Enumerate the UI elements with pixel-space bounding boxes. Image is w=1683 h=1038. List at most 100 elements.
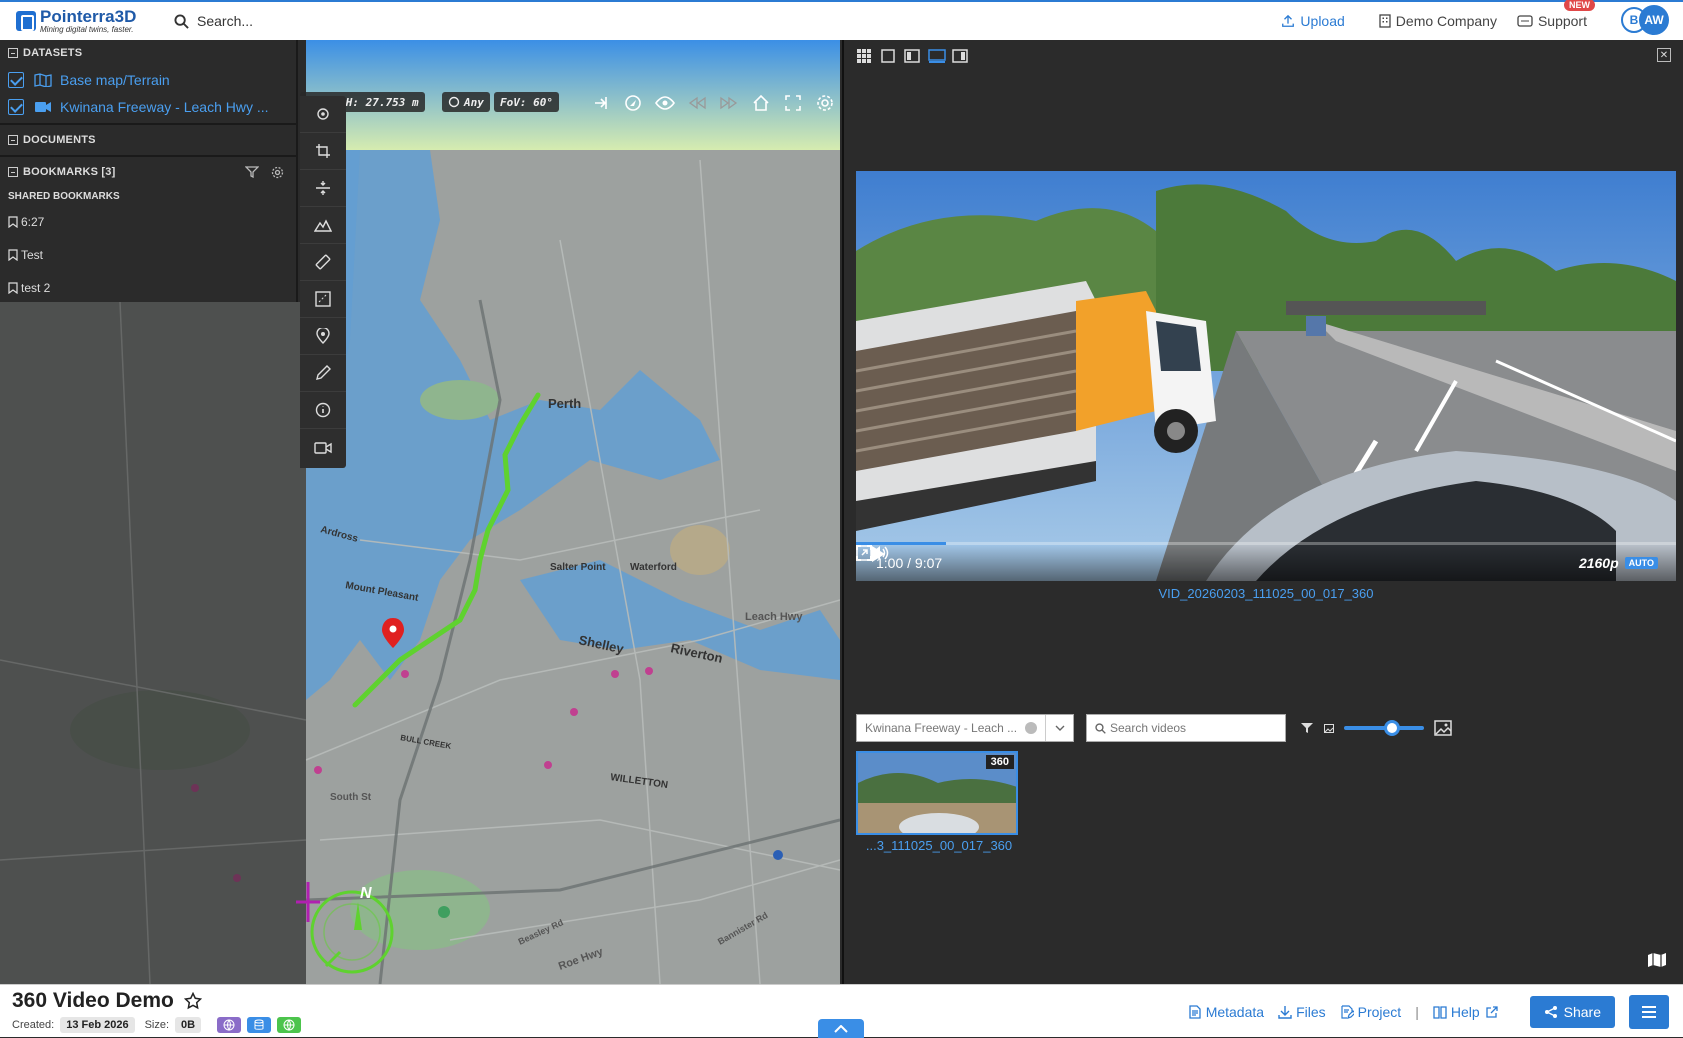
datasets-header[interactable]: DATASETS: [0, 40, 296, 66]
compass-north: N: [360, 885, 372, 902]
project-label: Project: [1357, 1004, 1402, 1020]
split-bottom-layout-icon[interactable]: [928, 48, 946, 64]
gear-icon[interactable]: [271, 166, 284, 179]
forward-icon[interactable]: [718, 92, 740, 114]
video-camera-icon[interactable]: [300, 429, 346, 466]
large-image-icon: [1434, 720, 1452, 736]
thumbnail-size-slider[interactable]: [1344, 720, 1424, 736]
hud-fov[interactable]: FoV: 60°: [494, 92, 559, 112]
documents-header[interactable]: DOCUMENTS: [0, 125, 296, 155]
crop-icon[interactable]: [300, 133, 346, 170]
small-image-icon: [1324, 723, 1334, 733]
settings-gear-icon[interactable]: [814, 92, 836, 114]
video-player[interactable]: 1:00 / 9:07 2160p AUTO: [856, 171, 1676, 581]
rotate-icon: [448, 96, 460, 108]
globe-icon[interactable]: [217, 1017, 242, 1033]
dataset-row-video[interactable]: Kwinana Freeway - Leach Hwy ...: [0, 93, 296, 120]
database-icon[interactable]: [247, 1017, 272, 1033]
metadata-link[interactable]: Metadata: [1188, 1004, 1264, 1020]
support-button[interactable]: Support: [1517, 13, 1587, 29]
collapse-icon: [8, 135, 18, 145]
video-title[interactable]: VID_20260203_111025_00_017_360: [856, 586, 1676, 601]
volume-icon[interactable]: [870, 545, 890, 561]
menu-button[interactable]: [1629, 995, 1669, 1029]
split-left-layout-icon[interactable]: [904, 48, 920, 64]
info-icon[interactable]: [300, 392, 346, 429]
video-frame: [856, 171, 1676, 581]
bookmark-item[interactable]: test 2: [0, 271, 296, 304]
map-icon: [34, 72, 52, 87]
search-icon: [174, 13, 189, 29]
dataset-select[interactable]: Kwinana Freeway - Leach ...: [856, 714, 1074, 742]
close-panel-icon[interactable]: ✕: [1657, 48, 1671, 62]
separator: |: [1415, 1004, 1419, 1020]
hud-any[interactable]: Any: [442, 92, 490, 112]
search-input[interactable]: Search...: [197, 13, 253, 29]
dataset-select-value: Kwinana Freeway - Leach ...: [865, 721, 1018, 735]
clear-icon[interactable]: [1025, 722, 1037, 734]
map-toggle-icon[interactable]: [1647, 952, 1667, 968]
area-icon[interactable]: [300, 281, 346, 318]
global-search[interactable]: Search...: [174, 13, 253, 29]
pencil-icon[interactable]: [300, 355, 346, 392]
single-layout-icon[interactable]: [880, 48, 896, 64]
split-right-layout-icon[interactable]: [952, 48, 968, 64]
size-value: 0B: [175, 1017, 202, 1033]
bookmark-label: 6:27: [21, 214, 45, 229]
home-icon[interactable]: [750, 92, 772, 114]
collapse-icon: [8, 167, 18, 177]
grid-layout-icon[interactable]: [856, 48, 872, 64]
video-quality[interactable]: 2160p: [1579, 555, 1619, 571]
slider-handle[interactable]: [1384, 720, 1400, 736]
filter-icon[interactable]: [245, 165, 259, 178]
bookmarks-header[interactable]: BOOKMARKS [3]: [0, 157, 296, 187]
checkbox[interactable]: [8, 98, 24, 115]
public-globe-icon[interactable]: [277, 1017, 302, 1033]
book-icon: [1433, 1006, 1447, 1019]
project-link[interactable]: Project: [1340, 1004, 1402, 1020]
support-label: Support: [1537, 13, 1587, 29]
video-search-input[interactable]: Search videos: [1086, 714, 1286, 742]
badge-360: 360: [985, 755, 1014, 769]
bookmark-item[interactable]: 6:27: [0, 205, 296, 238]
ticket-icon: [1517, 15, 1533, 27]
new-badge: NEW: [1564, 0, 1595, 11]
expand-panel-button[interactable]: [818, 1019, 864, 1038]
locate-icon[interactable]: [300, 96, 346, 133]
split-icon[interactable]: [300, 170, 346, 207]
chevron-down-icon[interactable]: [1045, 715, 1073, 741]
share-icon: [1544, 1006, 1557, 1018]
enter-icon[interactable]: [590, 92, 612, 114]
company-button[interactable]: Demo Company: [1379, 13, 1497, 29]
help-link[interactable]: Help: [1433, 1004, 1502, 1020]
fullscreen-icon[interactable]: [856, 545, 872, 561]
dataset-row-basemap[interactable]: Base map/Terrain: [0, 66, 296, 93]
checkbox[interactable]: [8, 71, 24, 88]
navigate-icon[interactable]: [622, 92, 644, 114]
share-button[interactable]: Share: [1529, 996, 1615, 1028]
rewind-icon[interactable]: [686, 92, 708, 114]
terrain-icon[interactable]: [300, 207, 346, 244]
documents-title: DOCUMENTS: [23, 134, 96, 146]
chevron-up-icon: [834, 1024, 848, 1033]
download-icon: [1278, 1006, 1292, 1019]
upload-button[interactable]: Upload: [1281, 13, 1345, 29]
user-avatar[interactable]: AW: [1639, 5, 1669, 35]
filter-icon[interactable]: [1300, 722, 1314, 734]
files-link[interactable]: Files: [1278, 1004, 1326, 1020]
project-footer: 360 Video Demo Created: 13 Feb 2026 Size…: [0, 984, 1683, 1038]
pin-icon[interactable]: [300, 318, 346, 355]
bookmarks-title: BOOKMARKS [3]: [23, 166, 116, 178]
ruler-icon[interactable]: [300, 244, 346, 281]
video-thumbnail[interactable]: 360: [856, 751, 1018, 835]
eye-icon[interactable]: [654, 92, 676, 114]
company-label: Demo Company: [1395, 13, 1497, 29]
fullscreen-icon[interactable]: [782, 92, 804, 114]
brand-tagline: Mining digital twins, faster.: [40, 25, 134, 34]
star-icon[interactable]: [183, 992, 202, 1010]
logo[interactable]: Pointerra3D Mining digital twins, faster…: [16, 8, 156, 34]
bookmark-item[interactable]: Test: [0, 238, 296, 271]
compass[interactable]: N: [296, 882, 396, 982]
edit-document-icon: [1341, 1005, 1354, 1019]
thumbnail-label[interactable]: ...3_111025_00_017_360: [858, 838, 1020, 853]
